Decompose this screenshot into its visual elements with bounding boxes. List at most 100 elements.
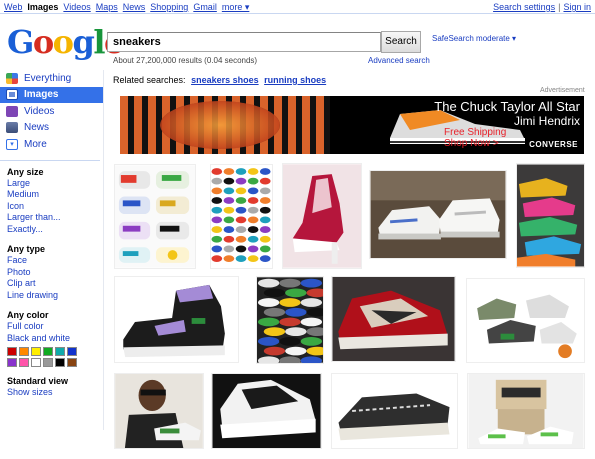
show-sizes-link[interactable]: Show sizes [7, 387, 103, 399]
topnav-images[interactable]: Images [27, 2, 58, 13]
topnav-shopping[interactable]: Shopping [150, 2, 188, 13]
color-swatch[interactable] [31, 358, 41, 367]
color-swatch[interactable] [67, 347, 77, 356]
search-button[interactable]: Search [381, 31, 421, 53]
type-option-photo[interactable]: Photo [7, 267, 103, 279]
news-icon [6, 122, 18, 134]
type-option-face[interactable]: Face [7, 255, 103, 267]
image-result[interactable] [256, 276, 324, 364]
search-input[interactable] [107, 32, 381, 52]
image-result[interactable] [114, 164, 196, 269]
image-result[interactable] [114, 373, 204, 449]
sidebar-item-label: Images [24, 89, 59, 101]
banner-pattern-circle [160, 101, 280, 149]
image-result[interactable] [211, 373, 322, 449]
size-option-large[interactable]: Large [7, 178, 103, 190]
color-swatch[interactable] [19, 347, 29, 356]
top-right-links: Search settings | Sign in [493, 2, 591, 12]
size-option-exactly[interactable]: Exactly... [7, 224, 103, 236]
ad-headline: The Chuck Taylor All Star [434, 99, 580, 114]
grey-converse-image [332, 374, 457, 448]
color-swatch[interactable] [19, 358, 29, 367]
image-result[interactable] [516, 163, 585, 268]
sidebar: Everything Images Videos News ▾ More Any… [0, 70, 103, 407]
image-result[interactable] [467, 373, 585, 449]
color-swatch[interactable] [31, 347, 41, 356]
ad-shipping: Free Shipping [444, 127, 507, 138]
color-swatch[interactable] [55, 347, 65, 356]
sidebar-item-label: Videos [24, 105, 55, 117]
sneakers-collage-image [115, 165, 195, 268]
sidebar-item-videos[interactable]: Videos [0, 103, 103, 120]
size-option-icon[interactable]: Icon [7, 201, 103, 213]
color-option-full[interactable]: Full color [7, 321, 103, 333]
sidebar-item-more[interactable]: ▾ More [0, 136, 103, 153]
image-result[interactable] [369, 170, 507, 259]
sneakers-grid-image [211, 165, 272, 268]
color-swatch[interactable] [67, 358, 77, 367]
safesearch-dropdown[interactable]: SafeSearch moderate ▾ [432, 34, 516, 43]
topnav-maps[interactable]: Maps [96, 2, 118, 13]
color-swatch[interactable] [43, 347, 53, 356]
black-purple-hightop-image [115, 277, 238, 362]
ad-shop-now[interactable]: Shop Now > [444, 138, 499, 149]
type-option-line-drawing[interactable]: Line drawing [7, 290, 103, 302]
topnav-gmail[interactable]: Gmail [193, 2, 217, 13]
image-result[interactable] [466, 278, 585, 363]
converse-banner-ad[interactable]: The Chuck Taylor All Star Jimi Hendrix F… [120, 96, 584, 154]
top-bar: Web Images Videos Maps News Shopping Gma… [0, 0, 595, 14]
related-link-running-shoes[interactable]: running shoes [264, 75, 326, 85]
images-icon [6, 89, 18, 101]
color-swatch[interactable] [7, 358, 17, 367]
size-filter: Any size Large Medium Icon Larger than..… [0, 166, 103, 236]
sidebar-item-news[interactable]: News [0, 120, 103, 137]
type-filter: Any type Face Photo Clip art Line drawin… [0, 243, 103, 301]
pink-heel-sneaker-image [283, 164, 361, 268]
sidebar-item-images[interactable]: Images [0, 86, 103, 103]
ad-subheadline: Jimi Hendrix [513, 114, 580, 128]
color-swatch[interactable] [7, 347, 17, 356]
google-logo[interactable]: Google [7, 24, 124, 60]
color-swatch[interactable] [43, 358, 53, 367]
related-searches: Related searches: sneakers shoes running… [113, 75, 326, 85]
white-sneakers-photo [370, 171, 506, 258]
size-option-medium[interactable]: Medium [7, 189, 103, 201]
image-result[interactable] [114, 276, 239, 363]
image-result[interactable] [282, 163, 362, 269]
search-settings-link[interactable]: Search settings [493, 2, 555, 12]
image-result[interactable] [210, 164, 273, 269]
topnav-videos[interactable]: Videos [63, 2, 90, 13]
advanced-search-link[interactable]: Advanced search [368, 56, 430, 65]
color-option-bw[interactable]: Black and white [7, 333, 103, 345]
ad-brand: CONVERSE [529, 140, 578, 149]
size-heading[interactable]: Any size [7, 166, 103, 178]
type-heading[interactable]: Any type [7, 243, 103, 255]
related-label: Related searches: [113, 75, 186, 85]
image-result[interactable] [331, 276, 456, 362]
topnav-more[interactable]: more ▾ [222, 2, 250, 13]
related-link-sneakers-shoes[interactable]: sneakers shoes [191, 75, 259, 85]
sidebar-item-label: Everything [24, 72, 72, 84]
topnav-web[interactable]: Web [4, 2, 22, 13]
color-swatch[interactable] [55, 358, 65, 367]
type-option-clip-art[interactable]: Clip art [7, 278, 103, 290]
color-heading[interactable]: Any color [7, 309, 103, 321]
advertisement-label: Advertisement [540, 87, 585, 94]
size-option-larger-than[interactable]: Larger than... [7, 212, 103, 224]
sidebar-separator [0, 159, 100, 161]
view-heading[interactable]: Standard view [7, 375, 103, 387]
view-filter: Standard view Show sizes [0, 375, 103, 399]
sidebar-item-everything[interactable]: Everything [0, 70, 103, 87]
topnav-news[interactable]: News [123, 2, 146, 13]
box-character-sneakers-image [468, 374, 584, 448]
sidebar-divider [103, 70, 104, 430]
sneaker-pile-image [257, 277, 323, 363]
results-count: About 27,200,000 results (0.04 seconds) [113, 56, 258, 65]
sign-in-link[interactable]: Sign in [563, 2, 591, 12]
color-swatches [7, 347, 103, 367]
image-result[interactable] [331, 373, 458, 449]
more-icon: ▾ [6, 138, 18, 150]
sidebar-item-label: News [24, 122, 50, 134]
lacoste-sneakers-image [467, 279, 584, 362]
separator: | [558, 2, 561, 12]
